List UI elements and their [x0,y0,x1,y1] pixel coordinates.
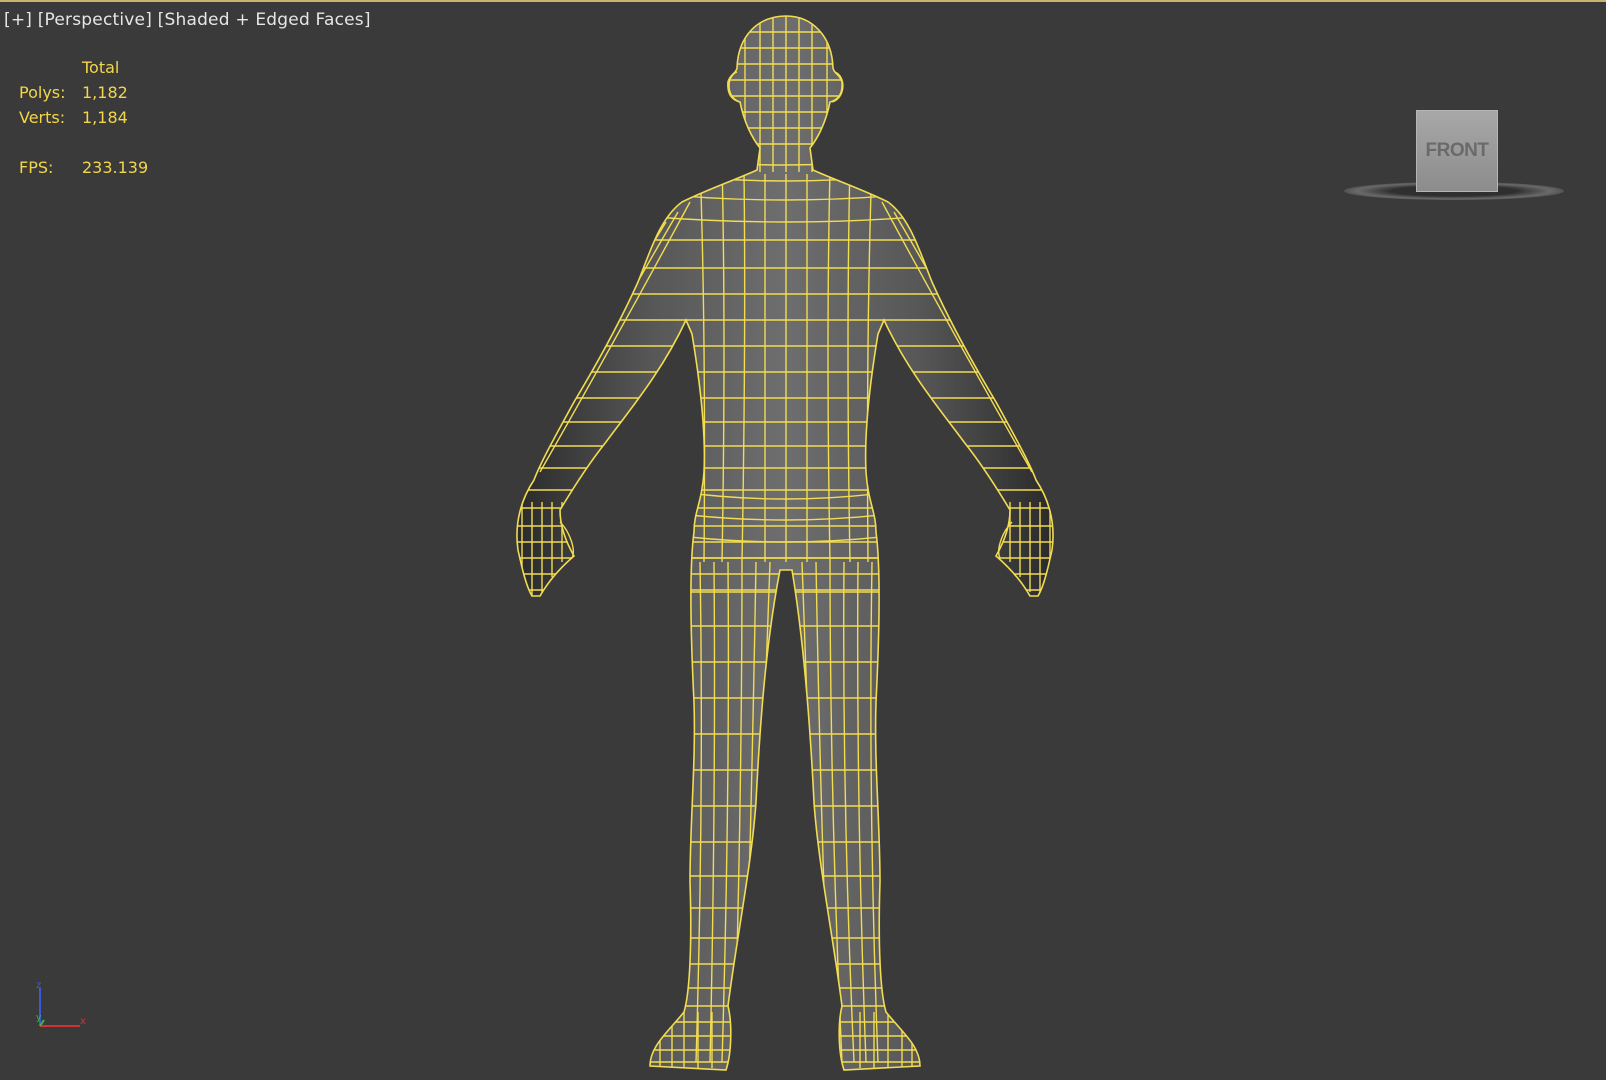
axis-y-label: y [36,1013,42,1023]
axis-tripod-icon: z x y [36,980,86,1027]
viewport-perspective[interactable]: [+] [Perspective] [Shaded + Edged Faces]… [0,0,1606,1080]
axis-x-label: x [80,1016,86,1027]
axis-z-label: z [36,980,41,991]
character-mesh[interactable] [0,2,1606,1080]
mesh-surface [516,16,1054,1070]
